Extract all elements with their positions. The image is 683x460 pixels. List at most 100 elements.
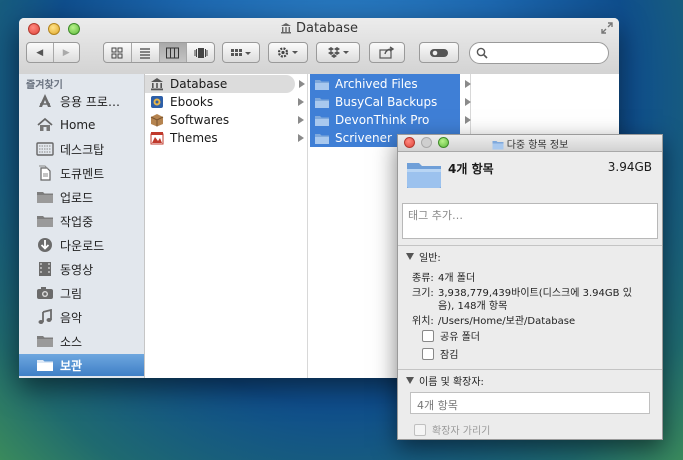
sidebar-item-applications[interactable]: 응용 프로… — [19, 90, 144, 112]
sidebar-item-source[interactable]: 소스 — [19, 330, 144, 352]
share-button[interactable] — [369, 42, 405, 63]
tags-toggle-button[interactable] — [419, 42, 459, 63]
back-button[interactable]: ◀ — [27, 43, 54, 62]
pictures-icon — [36, 284, 54, 302]
column-item-themes[interactable]: Themes — [145, 129, 307, 147]
column-item-database[interactable]: Database — [145, 75, 295, 93]
name-field-value: 4개 항목 — [417, 399, 458, 412]
coverflow-view-icon — [194, 47, 208, 58]
sidebar-item-home[interactable]: Home — [19, 114, 144, 136]
where-value: /Users/Home/보관/Database — [438, 316, 576, 327]
divider — [398, 245, 662, 246]
sidebar: 즐겨찾기 응용 프로… Home 데스크탑 도큐멘트 업로드 작업중 다운로드 — [19, 74, 145, 378]
column-item-label: Themes — [170, 131, 218, 145]
share-icon — [379, 46, 395, 59]
sidebar-item-music[interactable]: 음악 — [19, 306, 144, 328]
sidebar-item-label: 동영상 — [60, 262, 94, 277]
hide-extension-label: 확장자 가리기 — [432, 426, 491, 437]
icon-view-button[interactable] — [104, 43, 132, 62]
general-header: 일반: — [419, 253, 441, 264]
total-size: 3.94GB — [607, 160, 652, 174]
back-arrow-icon: ◀ — [36, 47, 44, 58]
sidebar-item-downloads[interactable]: 다운로드 — [19, 234, 144, 256]
locked-checkbox[interactable]: 잠김 — [422, 346, 458, 361]
folder-icon — [36, 356, 54, 374]
sidebar-item-uploads[interactable]: 업로드 — [19, 186, 144, 208]
database-icon — [280, 23, 291, 34]
package-icon — [149, 112, 165, 128]
kind-value: 4개 폴더 — [438, 273, 476, 284]
arrange-button[interactable] — [222, 42, 260, 63]
column-item-label: Scrivener — [335, 131, 392, 145]
disclosure-arrow-icon — [298, 116, 304, 124]
sidebar-item-desktop[interactable]: 데스크탑 — [19, 138, 144, 160]
sidebar-item-label: 도큐멘트 — [60, 166, 105, 181]
sidebar-item-archive[interactable]: 보관 — [19, 354, 144, 376]
search-field[interactable] — [469, 42, 609, 64]
downloads-icon — [36, 236, 54, 254]
desktop-icon — [36, 140, 54, 158]
column-item-devonthink-pro[interactable]: DevonThink Pro — [310, 111, 460, 129]
folder-icon — [36, 212, 54, 230]
coverflow-view-button[interactable] — [187, 43, 214, 62]
folder-icon — [314, 94, 330, 110]
folder-icon — [314, 112, 330, 128]
sidebar-item-label: 소스 — [60, 334, 83, 349]
sidebar-item-label: 응용 프로… — [60, 94, 120, 109]
fullscreen-icon[interactable] — [601, 22, 613, 34]
hide-extension-checkbox: 확장자 가리기 — [414, 422, 490, 437]
name-header: 이름 및 확장자: — [419, 377, 484, 388]
kind-label: 종류: — [412, 273, 434, 284]
column-item-archived-files[interactable]: Archived Files — [310, 75, 460, 93]
sidebar-item-label: 업로드 — [60, 190, 94, 205]
dropbox-icon — [328, 47, 349, 58]
sidebar-item-label: Home — [60, 118, 96, 132]
tags-field[interactable]: 태그 추가… — [402, 203, 658, 239]
general-section-toggle[interactable]: 일반: — [406, 249, 441, 264]
where-label: 위치: — [412, 316, 434, 327]
column-item-label: Archived Files — [335, 77, 418, 91]
sidebar-item-documents[interactable]: 도큐멘트 — [19, 162, 144, 184]
column-view-button[interactable] — [159, 43, 188, 62]
browser-column-1: Database Ebooks Softwares Themes — [145, 74, 308, 378]
sidebar-item-label: 음악 — [60, 310, 83, 325]
folder-icon — [36, 188, 54, 206]
column-item-ebooks[interactable]: Ebooks — [145, 93, 307, 111]
column-item-label: BusyCal Backups — [335, 95, 438, 109]
column-item-label: Softwares — [170, 113, 230, 127]
title-bar: Database ◀ ▶ — [19, 18, 619, 75]
sidebar-item-label: 데스크탑 — [60, 142, 105, 157]
arrange-icon — [231, 48, 251, 56]
list-view-button[interactable] — [132, 43, 160, 62]
label-toggle-icon — [430, 48, 448, 57]
sidebar-item-pictures[interactable]: 그림 — [19, 282, 144, 304]
window-title-text: Database — [295, 21, 359, 36]
large-folder-icon — [407, 163, 441, 188]
dropbox-button[interactable] — [316, 42, 360, 63]
column-view-icon — [166, 47, 180, 58]
music-icon — [36, 308, 54, 326]
name-section-toggle[interactable]: 이름 및 확장자: — [406, 373, 484, 388]
sidebar-item-movies[interactable]: 동영상 — [19, 258, 144, 280]
disclosure-arrow-icon — [298, 134, 304, 142]
nav-buttons: ◀ ▶ — [26, 42, 80, 63]
disclosure-arrow-icon — [298, 98, 304, 106]
column-item-softwares[interactable]: Softwares — [145, 111, 307, 129]
info-title-bar: 다중 항목 정보 — [398, 135, 662, 152]
search-icon — [476, 47, 488, 59]
icon-view-icon — [111, 47, 123, 58]
window-title: Database — [19, 21, 619, 36]
shared-folder-checkbox[interactable]: 공유 폴더 — [422, 328, 480, 343]
column-item-label: DevonThink Pro — [335, 113, 430, 127]
forward-arrow-icon: ▶ — [62, 47, 70, 58]
folder-icon — [492, 141, 504, 150]
column-item-label: Database — [170, 77, 228, 91]
name-field[interactable]: 4개 항목 — [410, 392, 650, 414]
checkbox-box — [422, 347, 434, 360]
column-item-busycal-backups[interactable]: BusyCal Backups — [310, 93, 460, 111]
item-count: 4개 항목 — [448, 162, 494, 176]
sidebar-item-working[interactable]: 작업중 — [19, 210, 144, 232]
action-button[interactable] — [268, 42, 308, 63]
forward-button[interactable]: ▶ — [54, 43, 80, 62]
database-icon — [149, 76, 165, 92]
